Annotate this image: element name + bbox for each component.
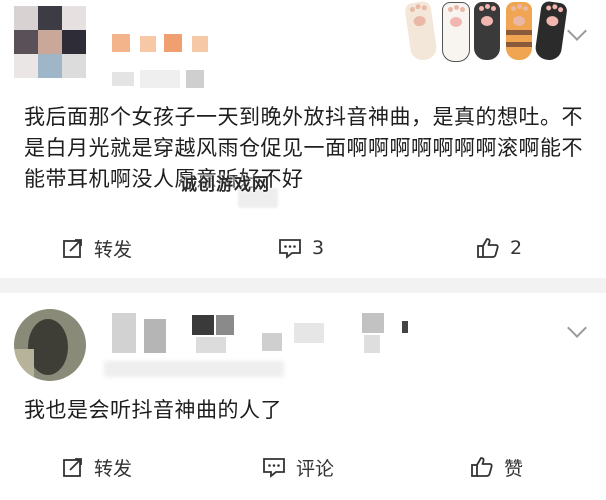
thumbs-up-icon — [471, 457, 493, 477]
comment-button[interactable]: 评论 — [262, 447, 334, 487]
chevron-down-icon[interactable] — [567, 21, 587, 41]
post-separator — [0, 278, 606, 293]
comment-icon — [279, 239, 301, 259]
post-time-blurred — [112, 70, 208, 88]
like-label: 赞 — [504, 457, 524, 480]
repost-icon — [63, 239, 82, 258]
site-watermark: 诚创游戏网 — [180, 175, 270, 195]
thumbs-up-icon — [477, 238, 499, 258]
repost-button[interactable]: 转发 — [62, 447, 132, 487]
like-button[interactable]: 赞 — [470, 447, 523, 487]
post-time-blurred — [104, 361, 284, 377]
repost-icon — [63, 458, 82, 477]
repost-button[interactable]: 转发 — [62, 228, 132, 268]
username-blurred[interactable] — [112, 34, 212, 54]
like-count: 2 — [510, 237, 523, 259]
avatar[interactable] — [14, 6, 86, 78]
comment-label: 评论 — [296, 457, 335, 480]
repost-label: 转发 — [94, 238, 133, 261]
repost-label: 转发 — [94, 457, 133, 480]
username-blurred[interactable] — [112, 313, 432, 357]
chevron-down-icon[interactable] — [567, 318, 587, 338]
cat-paw-sticker-icon — [404, 0, 568, 62]
weibo-post-2: 我也是会听抖音神曲的人了 转发 评论 赞 — [0, 293, 606, 500]
post-text: 我也是会听抖音神曲的人了 — [24, 398, 282, 422]
comment-count: 3 — [312, 237, 325, 259]
like-button[interactable]: 2 — [476, 228, 522, 268]
post-actions: 转发 评论 赞 — [0, 447, 606, 487]
weibo-post-1: 我后面那个女孩子一天到晚外放抖音神曲，是真的想吐。不是白月光就是穿越风雨仓促见一… — [0, 0, 606, 278]
comment-icon — [263, 458, 285, 478]
post-actions: 转发 3 2 — [0, 228, 606, 268]
comment-button[interactable]: 3 — [278, 228, 324, 268]
avatar[interactable] — [14, 309, 86, 381]
post-text: 我后面那个女孩子一天到晚外放抖音神曲，是真的想吐。不是白月光就是穿越风雨仓促见一… — [24, 105, 583, 191]
